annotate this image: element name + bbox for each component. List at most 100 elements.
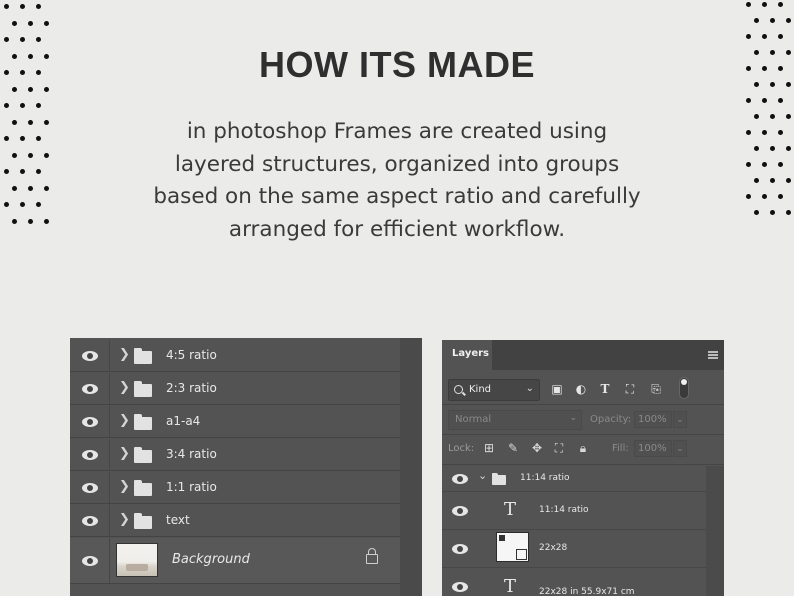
lock-label: Lock:	[448, 443, 475, 454]
layer-row-background[interactable]: Background	[70, 538, 400, 584]
scrollbar[interactable]	[400, 338, 422, 596]
divider	[442, 434, 724, 435]
decorative-dot	[12, 185, 17, 191]
layer-row-smart-object[interactable]: 22x28	[442, 530, 706, 568]
layer-row-group[interactable]: ❯ 3:4 ratio	[70, 439, 400, 471]
type-layer-icon: T	[504, 499, 517, 520]
decorative-dot	[12, 20, 17, 26]
decorative-dot	[12, 86, 17, 92]
chevron-right-icon[interactable]: ❯	[119, 380, 130, 395]
chevron-right-icon[interactable]: ❯	[119, 446, 130, 461]
lock-all-icon[interactable]: 🔒︎	[576, 441, 590, 455]
filter-toggle[interactable]	[679, 377, 689, 399]
panel-menu-icon[interactable]	[708, 351, 718, 359]
smart-object-filter-icon[interactable]: ⎘	[649, 382, 663, 396]
layer-row-group[interactable]: ❯ 2:3 ratio	[70, 373, 400, 405]
decorative-dot	[786, 18, 791, 23]
layer-row-group[interactable]: ⌄ 11:14 ratio	[442, 465, 706, 492]
decorative-dot	[786, 146, 791, 151]
decorative-dot	[28, 152, 33, 158]
eye-icon[interactable]	[82, 417, 98, 427]
eye-icon[interactable]	[82, 450, 98, 460]
eye-icon[interactable]	[82, 556, 98, 566]
visibility-cell[interactable]	[70, 373, 110, 404]
decorative-dot	[20, 4, 25, 9]
filter-kind-select[interactable]: Kind ⌄	[448, 379, 540, 401]
decorative-dot	[4, 202, 9, 207]
type-filter-icon[interactable]: T	[598, 382, 612, 396]
layer-group-label: 11:14 ratio	[520, 473, 570, 483]
visibility-cell[interactable]	[70, 406, 110, 437]
decorative-dot	[28, 185, 33, 191]
layer-label: 22x28 in 55.9x71 cm	[539, 587, 635, 596]
decorative-dot	[4, 37, 9, 42]
visibility-cell[interactable]	[70, 472, 110, 503]
eye-icon[interactable]	[452, 506, 468, 516]
decorative-dot	[786, 114, 791, 119]
lock-icon[interactable]	[366, 548, 378, 564]
decorative-dot	[36, 169, 41, 174]
layer-row-group[interactable]: ❯ text	[70, 505, 400, 537]
decorative-dot	[28, 119, 33, 125]
decorative-dot	[754, 146, 759, 151]
decorative-dot	[786, 178, 791, 183]
chevron-right-icon[interactable]: ❯	[119, 347, 130, 362]
layers-panel: Layers Kind ⌄ ▣ ◐ T ⛶ ⎘ Normal ⌄ Opacity…	[442, 340, 724, 596]
decorative-dot	[762, 130, 767, 135]
decorative-dot	[770, 146, 775, 151]
pixel-filter-icon[interactable]: ▣	[550, 382, 564, 396]
eye-icon[interactable]	[452, 474, 468, 484]
chevron-right-icon[interactable]: ❯	[119, 512, 130, 527]
lock-transparent-icon[interactable]: ⊞	[482, 441, 496, 455]
eye-icon[interactable]	[452, 582, 468, 592]
chevron-down-icon[interactable]: ⌄	[478, 469, 487, 482]
chevron-right-icon[interactable]: ❯	[119, 413, 130, 428]
adjustment-filter-icon[interactable]: ◐	[574, 382, 588, 396]
opacity-field[interactable]: 100%	[634, 411, 672, 428]
visibility-cell[interactable]	[70, 505, 110, 536]
decorative-dot	[778, 2, 783, 7]
lock-artboard-icon[interactable]: ⛶	[552, 441, 566, 455]
visibility-cell[interactable]	[70, 439, 110, 470]
lock-brush-icon[interactable]: ✎	[506, 441, 520, 455]
eye-icon[interactable]	[452, 544, 468, 554]
decorative-dot	[762, 98, 767, 103]
decorative-dot	[20, 136, 25, 141]
eye-icon[interactable]	[82, 351, 98, 361]
lock-position-icon[interactable]: ✥	[530, 441, 544, 455]
decorative-dot	[778, 98, 783, 103]
layer-row-group[interactable]: ❯ 4:5 ratio	[70, 340, 400, 372]
scrollbar[interactable]	[706, 466, 724, 596]
decorative-dot	[36, 37, 41, 42]
layer-row-text[interactable]: T 22x28 in 55.9x71 cm	[442, 568, 706, 596]
decorative-dot	[746, 162, 751, 167]
fill-field[interactable]: 100%	[634, 440, 672, 457]
tab-layers[interactable]: Layers	[442, 340, 492, 370]
decorative-dot	[4, 136, 9, 141]
eye-icon[interactable]	[82, 384, 98, 394]
search-icon	[454, 385, 463, 394]
type-layer-icon: T	[504, 576, 517, 596]
layer-row-group[interactable]: ❯ a1-a4	[70, 406, 400, 438]
visibility-cell[interactable]	[70, 538, 110, 583]
decorative-dot	[778, 34, 783, 39]
decorative-dot	[778, 130, 783, 135]
shape-filter-icon[interactable]: ⛶	[623, 382, 637, 396]
chevron-down-icon[interactable]: ⌄	[673, 440, 687, 457]
fill-label: Fill:	[612, 443, 629, 454]
eye-icon[interactable]	[82, 483, 98, 493]
layer-row-text[interactable]: T 11:14 ratio	[442, 492, 706, 530]
chevron-right-icon[interactable]: ❯	[119, 479, 130, 494]
subtitle-line: in photoshop Frames are created using	[186, 119, 608, 144]
decorative-dot	[44, 20, 49, 26]
visibility-cell[interactable]	[70, 340, 110, 371]
chevron-down-icon[interactable]: ⌄	[673, 411, 687, 428]
layer-row-group[interactable]: ❯ 1:1 ratio	[70, 472, 400, 504]
decorative-dot	[36, 202, 41, 207]
blend-mode-select[interactable]: Normal ⌄	[448, 410, 582, 430]
eye-icon[interactable]	[82, 516, 98, 526]
decorative-dot	[762, 34, 767, 39]
decorative-dot	[746, 194, 751, 199]
layer-label: 11:14 ratio	[539, 505, 589, 515]
layer-group-label: a1-a4	[166, 414, 201, 428]
